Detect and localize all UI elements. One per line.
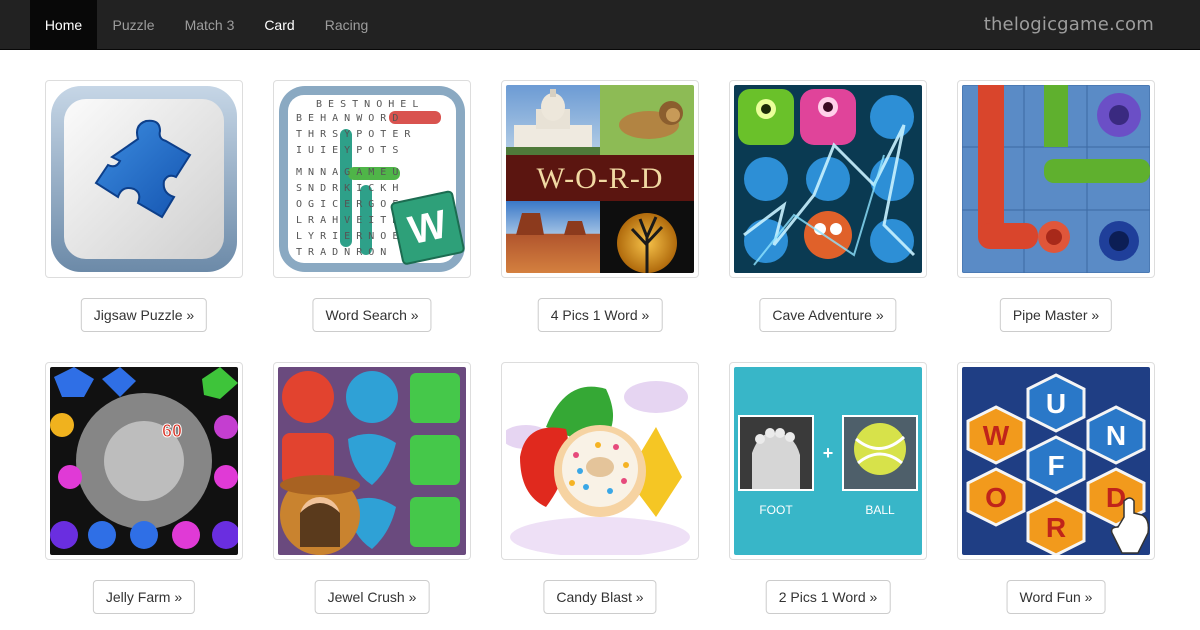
two-pics-icon: + FOOT BALL (734, 367, 922, 555)
word-search-grid-icon: B E S T N O H E L B E H A N W O R D T H … (278, 85, 466, 273)
game-button-jewel-crush[interactable]: Jewel Crush » (314, 580, 430, 614)
thumbnail-word-fun[interactable]: U W N F O D R (957, 362, 1155, 560)
svg-text:O: O (985, 482, 1007, 513)
thumbnail-word-search[interactable]: B E S T N O H E L B E H A N W O R D T H … (273, 80, 471, 278)
thumbnail-jewel-crush[interactable] (273, 362, 471, 560)
four-pics-icon: W-O-R-D (506, 85, 694, 273)
svg-text:L Y R I E R N O E: L Y R I E R N O E (296, 231, 398, 242)
svg-text:FOOT: FOOT (759, 503, 793, 517)
svg-text:B E S T N O H E L: B E S T N O H E L (316, 99, 418, 110)
svg-text:S N D R K I C K H: S N D R K I C K H (296, 183, 398, 194)
svg-text:W: W (983, 420, 1010, 451)
svg-text:O G I C E R G O E: O G I C E R G O E (296, 199, 398, 210)
svg-text:B E H A N W O R D: B E H A N W O R D (296, 113, 398, 124)
thumbnail-pipe-master[interactable] (957, 80, 1155, 278)
game-button-pipe-master[interactable]: Pipe Master » (999, 298, 1113, 332)
jelly-gems-icon: 60 (50, 367, 238, 555)
top-navbar: Home Puzzle Match 3 Card Racing thelogic… (0, 0, 1200, 50)
thumbnail-jigsaw-puzzle[interactable] (45, 80, 243, 278)
svg-text:F: F (1047, 450, 1064, 481)
game-button-jelly-farm[interactable]: Jelly Farm » (92, 580, 196, 614)
svg-text:R: R (1046, 512, 1066, 543)
nav-match-3[interactable]: Match 3 (170, 0, 249, 50)
pipes-icon (962, 85, 1150, 273)
nav-racing[interactable]: Racing (310, 0, 383, 50)
svg-text:60: 60 (162, 421, 182, 441)
nav-puzzle[interactable]: Puzzle (97, 0, 170, 50)
nav-home[interactable]: Home (30, 0, 97, 50)
game-button-word-fun[interactable]: Word Fun » (1006, 580, 1106, 614)
game-button-candy-blast[interactable]: Candy Blast » (543, 580, 657, 614)
thumbnail-2-pics-1-word[interactable]: + FOOT BALL (729, 362, 927, 560)
game-button-jigsaw-puzzle[interactable]: Jigsaw Puzzle » (80, 298, 208, 332)
nav-card[interactable]: Card (249, 0, 310, 50)
game-button-cave-adventure[interactable]: Cave Adventure » (759, 298, 897, 332)
svg-text:N: N (1106, 420, 1126, 451)
thumbnail-jelly-farm[interactable]: 60 (45, 362, 243, 560)
svg-text:W-O-R-D: W-O-R-D (537, 162, 664, 195)
svg-text:BALL: BALL (865, 503, 895, 517)
svg-text:L R A H V E I T H: L R A H V E I T H (296, 215, 398, 226)
site-brand[interactable]: thelogicgame.com (984, 0, 1154, 50)
game-button-word-search[interactable]: Word Search » (312, 298, 432, 332)
svg-text:U: U (1046, 388, 1066, 419)
word-hexagons-icon: U W N F O D R (962, 367, 1150, 555)
svg-text:I U I E Y P O T S: I U I E Y P O T S (296, 145, 398, 156)
cave-monsters-icon (734, 85, 922, 273)
jigsaw-piece-icon (50, 85, 238, 273)
thumbnail-4-pics-1-word[interactable]: W-O-R-D (501, 80, 699, 278)
svg-text:M N N A G A M E U: M N N A G A M E U (296, 167, 398, 178)
game-button-2-pics-1-word[interactable]: 2 Pics 1 Word » (765, 580, 891, 614)
thumbnail-cave-adventure[interactable] (729, 80, 927, 278)
svg-text:+: + (823, 443, 834, 463)
game-button-4-pics-1-word[interactable]: 4 Pics 1 Word » (537, 298, 663, 332)
svg-text:D: D (1106, 482, 1126, 513)
candy-donut-icon (506, 367, 694, 555)
svg-text:T R A D N R O N: T R A D N R O N (296, 247, 386, 258)
svg-text:T H R S Y P O T E R: T H R S Y P O T E R (296, 129, 411, 140)
thumbnail-candy-blast[interactable] (501, 362, 699, 560)
jewel-crush-icon (278, 367, 466, 555)
